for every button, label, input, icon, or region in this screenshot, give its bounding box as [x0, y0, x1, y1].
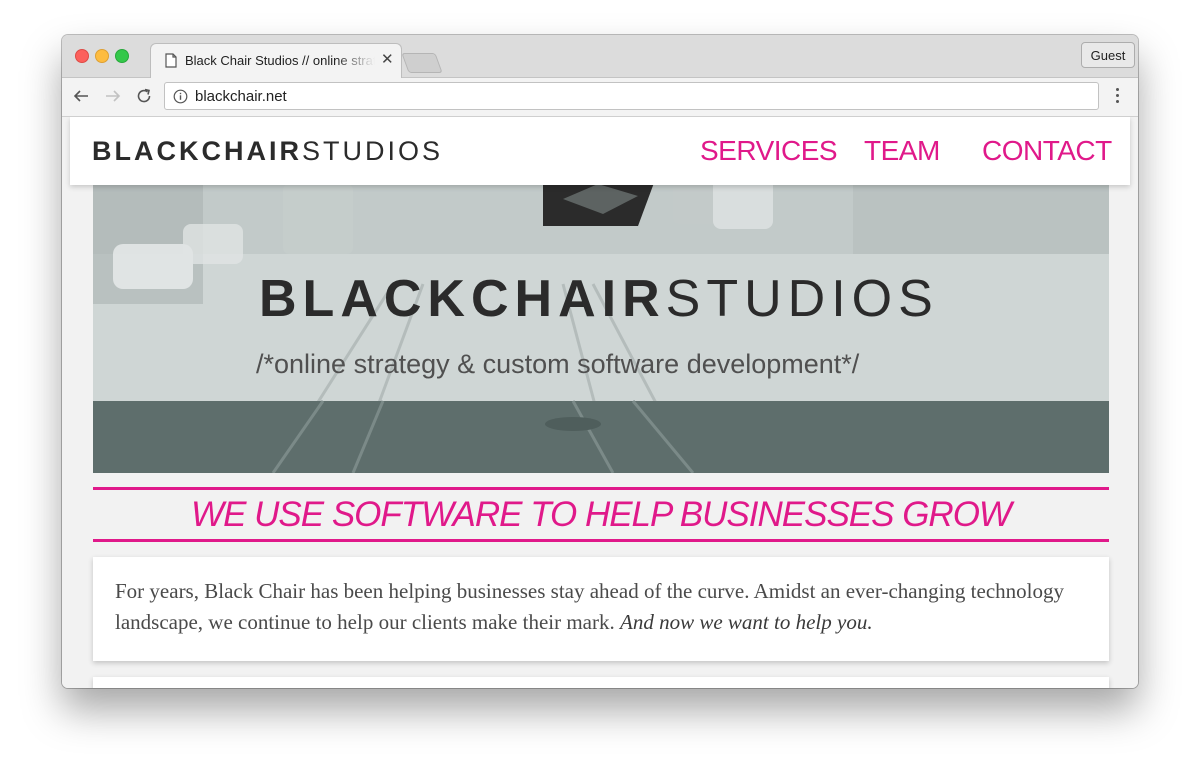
tab-strip: Black Chair Studios // online strategy &… — [62, 35, 1138, 78]
close-window-button[interactable] — [75, 49, 89, 63]
intro-card: For years, Black Chair has been helping … — [93, 557, 1109, 661]
headline-rule-top — [93, 487, 1109, 490]
hero-tagline: /*online strategy & custom software deve… — [256, 349, 860, 379]
logo-bold-text: BLACKCHAIR — [92, 136, 302, 166]
intro-paragraph: For years, Black Chair has been helping … — [115, 576, 1075, 638]
browser-tab[interactable]: Black Chair Studios // online strategy &… — [150, 43, 402, 78]
address-bar[interactable]: blackchair.net — [164, 82, 1099, 110]
browser-toolbar: blackchair.net — [62, 78, 1138, 117]
hero-logo-light: STUDIOS — [665, 270, 939, 328]
headline: WE USE SOFTWARE TO HELP BUSINESSES GROW — [191, 495, 1012, 534]
hero-banner: BLACKCHAIRSTUDIOS /*online strategy & cu… — [93, 164, 1109, 473]
page-icon — [165, 53, 177, 68]
forward-arrow-icon[interactable] — [104, 87, 122, 105]
site-logo[interactable]: BLACKCHAIRSTUDIOS — [92, 136, 443, 166]
intro-text: For years, Black Chair has been helping … — [115, 579, 1064, 634]
browser-menu-icon[interactable] — [1112, 88, 1122, 106]
hero-logo-bold: BLACKCHAIR — [259, 270, 666, 328]
nav-services-link[interactable]: SERVICES — [700, 135, 838, 167]
reload-icon[interactable] — [135, 87, 153, 105]
back-arrow-icon[interactable] — [72, 87, 90, 105]
next-card — [93, 677, 1109, 688]
tab-title-fade — [335, 44, 375, 78]
close-icon[interactable]: ✕ — [381, 52, 394, 68]
guest-profile-button[interactable]: Guest — [1081, 42, 1135, 68]
intro-emphasis: And now we want to help you. — [620, 610, 873, 634]
new-tab-button[interactable] — [401, 53, 443, 73]
logo-light-text: STUDIOS — [301, 136, 443, 166]
url-text: blackchair.net — [195, 88, 287, 105]
info-icon[interactable] — [173, 89, 188, 104]
hero-logo: BLACKCHAIRSTUDIOS — [259, 269, 959, 329]
nav-contact-link[interactable]: CONTACT — [982, 135, 1112, 167]
site-header: BLACKCHAIRSTUDIOS SERVICES TEAM CONTACT — [70, 117, 1130, 185]
minimize-window-button[interactable] — [95, 49, 109, 63]
browser-window: Black Chair Studios // online strategy &… — [62, 35, 1138, 688]
nav-team-link[interactable]: TEAM — [864, 135, 940, 167]
zoom-window-button[interactable] — [115, 49, 129, 63]
page-viewport: BLACKCHAIRSTUDIOS SERVICES TEAM CONTACT — [62, 117, 1138, 688]
headline-rule-bottom — [93, 539, 1109, 542]
